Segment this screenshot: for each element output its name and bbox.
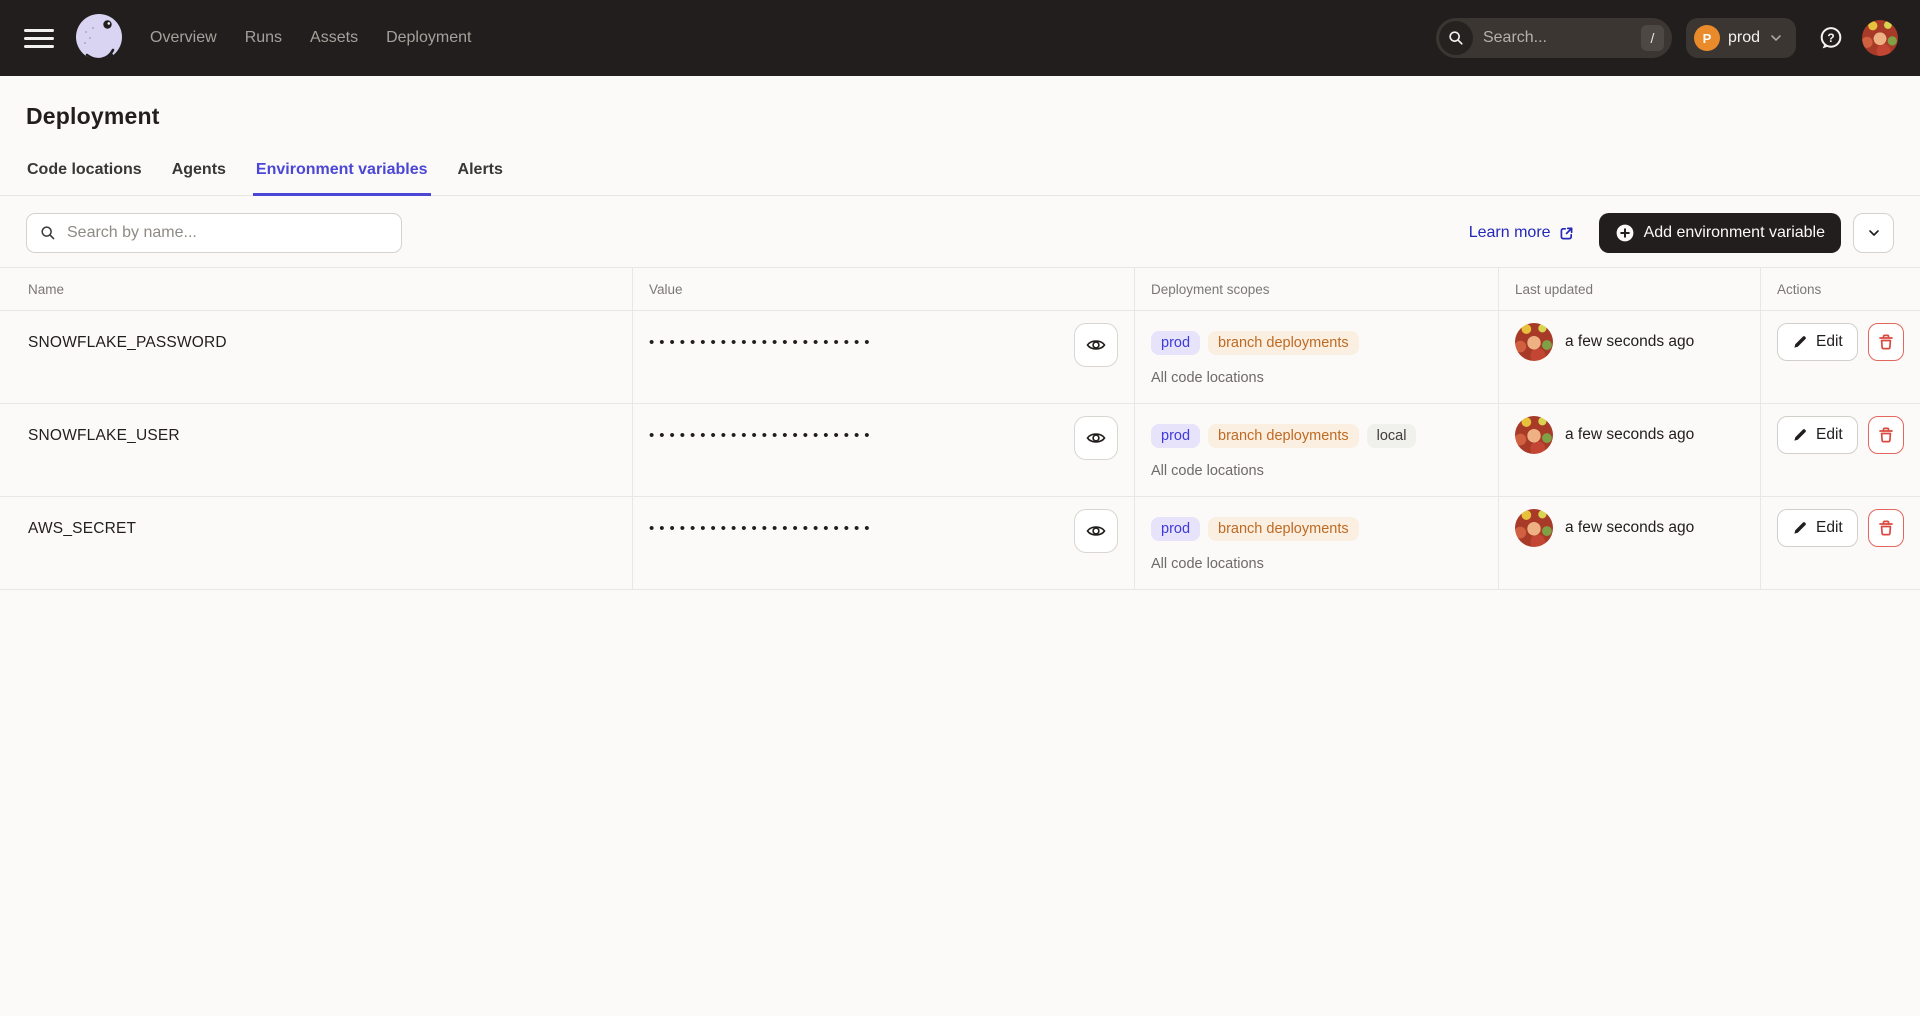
global-search-button[interactable]: Search... / (1436, 18, 1672, 58)
scope-badge-branch-deployments: branch deployments (1208, 517, 1359, 541)
deployment-page: Deployment Code locations Agents Environ… (0, 76, 1920, 590)
help-icon: ? (1817, 24, 1845, 52)
svg-text:?: ? (1827, 31, 1834, 45)
search-icon (39, 224, 57, 242)
edit-button-label: Edit (1816, 519, 1843, 537)
nav-item-deployment[interactable]: Deployment (386, 29, 471, 47)
eye-icon (1085, 520, 1107, 542)
code-locations-text: All code locations (1151, 463, 1482, 479)
delete-button[interactable] (1868, 416, 1904, 454)
scope-badge-prod: prod (1151, 517, 1200, 541)
add-variable-menu-button[interactable] (1853, 213, 1894, 253)
search-shortcut-badge: / (1641, 25, 1664, 51)
edit-button[interactable]: Edit (1777, 416, 1858, 454)
global-search-placeholder: Search... (1483, 29, 1641, 47)
last-updated-text: a few seconds ago (1565, 509, 1694, 547)
page-title: Deployment (0, 76, 1920, 130)
primary-nav: Overview Runs Assets Deployment (150, 29, 471, 47)
learn-more-link[interactable]: Learn more (1469, 224, 1575, 242)
updated-by-avatar (1515, 323, 1553, 361)
tab-agents[interactable]: Agents (171, 161, 227, 195)
trash-icon (1877, 519, 1895, 537)
hamburger-menu-button[interactable] (24, 23, 54, 53)
delete-button[interactable] (1868, 509, 1904, 547)
user-avatar[interactable] (1862, 20, 1898, 56)
column-header-deployment-scopes: Deployment scopes (1135, 268, 1499, 310)
learn-more-label: Learn more (1469, 224, 1551, 242)
last-updated-text: a few seconds ago (1565, 323, 1694, 361)
reveal-value-button[interactable] (1074, 509, 1118, 553)
search-by-name-input[interactable] (26, 213, 402, 253)
table-row: SNOWFLAKE_PASSWORD •••••••••••••••••••••… (0, 311, 1920, 404)
search-icon (1439, 21, 1473, 55)
tab-environment-variables[interactable]: Environment variables (255, 161, 429, 195)
code-locations-text: All code locations (1151, 556, 1482, 572)
deployment-scope-badges: prod branch deployments local (1151, 416, 1482, 456)
env-var-masked-value: •••••••••••••••••••••• (649, 509, 875, 549)
column-header-last-updated: Last updated (1499, 268, 1761, 310)
nav-item-assets[interactable]: Assets (310, 29, 358, 47)
updated-by-avatar (1515, 509, 1553, 547)
eye-icon (1085, 427, 1107, 449)
add-environment-variable-button[interactable]: Add environment variable (1599, 213, 1841, 253)
reveal-value-button[interactable] (1074, 416, 1118, 460)
edit-button[interactable]: Edit (1777, 509, 1858, 547)
pencil-icon (1792, 520, 1808, 536)
trash-icon (1877, 426, 1895, 444)
scope-badge-prod: prod (1151, 424, 1200, 448)
scope-badge-branch-deployments: branch deployments (1208, 331, 1359, 355)
chevron-down-icon (1866, 225, 1882, 241)
column-header-actions: Actions (1761, 268, 1920, 310)
deployment-scope-badges: prod branch deployments (1151, 323, 1482, 363)
plus-circle-icon (1615, 223, 1635, 243)
code-locations-text: All code locations (1151, 370, 1482, 386)
env-var-name: SNOWFLAKE_USER (0, 404, 633, 496)
reveal-value-button[interactable] (1074, 323, 1118, 367)
help-button[interactable]: ? (1814, 21, 1848, 55)
scope-badge-prod: prod (1151, 331, 1200, 355)
chevron-down-icon (1768, 30, 1784, 46)
deployment-initial-badge: P (1694, 25, 1720, 51)
deployment-tabs: Code locations Agents Environment variab… (0, 161, 1920, 196)
column-header-name: Name (0, 268, 633, 310)
deployment-switcher[interactable]: P prod (1686, 18, 1796, 58)
tab-alerts[interactable]: Alerts (457, 161, 504, 195)
dagster-logo[interactable] (70, 9, 128, 67)
delete-button[interactable] (1868, 323, 1904, 361)
edit-button-label: Edit (1816, 426, 1843, 444)
last-updated-text: a few seconds ago (1565, 416, 1694, 454)
env-var-masked-value: •••••••••••••••••••••• (649, 323, 875, 363)
external-link-icon (1558, 225, 1575, 242)
column-header-value: Value (633, 268, 1135, 310)
top-navigation-bar: Overview Runs Assets Deployment Search..… (0, 0, 1920, 76)
deployment-scope-badges: prod branch deployments (1151, 509, 1482, 549)
eye-icon (1085, 334, 1107, 356)
env-var-masked-value: •••••••••••••••••••••• (649, 416, 875, 456)
pencil-icon (1792, 427, 1808, 443)
table-row: AWS_SECRET •••••••••••••••••••••• prodbr… (0, 497, 1920, 590)
trash-icon (1877, 333, 1895, 351)
env-var-toolbar: Learn more Add environment variable (0, 196, 1920, 267)
nav-item-runs[interactable]: Runs (245, 29, 282, 47)
tab-code-locations[interactable]: Code locations (26, 161, 143, 195)
edit-button[interactable]: Edit (1777, 323, 1858, 361)
env-var-name: AWS_SECRET (0, 497, 633, 589)
nav-item-overview[interactable]: Overview (150, 29, 217, 47)
deployment-switcher-label: prod (1728, 29, 1760, 47)
env-var-name: SNOWFLAKE_PASSWORD (0, 311, 633, 403)
table-body: SNOWFLAKE_PASSWORD •••••••••••••••••••••… (0, 311, 1920, 590)
environment-variables-table: Name Value Deployment scopes Last update… (0, 267, 1920, 590)
scope-badge-branch-deployments: branch deployments (1208, 424, 1359, 448)
dagster-logo-icon (71, 10, 127, 66)
scope-badge-local: local (1367, 424, 1417, 448)
updated-by-avatar (1515, 416, 1553, 454)
table-row: SNOWFLAKE_USER •••••••••••••••••••••• pr… (0, 404, 1920, 497)
add-environment-variable-label: Add environment variable (1644, 224, 1825, 242)
edit-button-label: Edit (1816, 333, 1843, 351)
pencil-icon (1792, 334, 1808, 350)
table-header-row: Name Value Deployment scopes Last update… (0, 267, 1920, 311)
